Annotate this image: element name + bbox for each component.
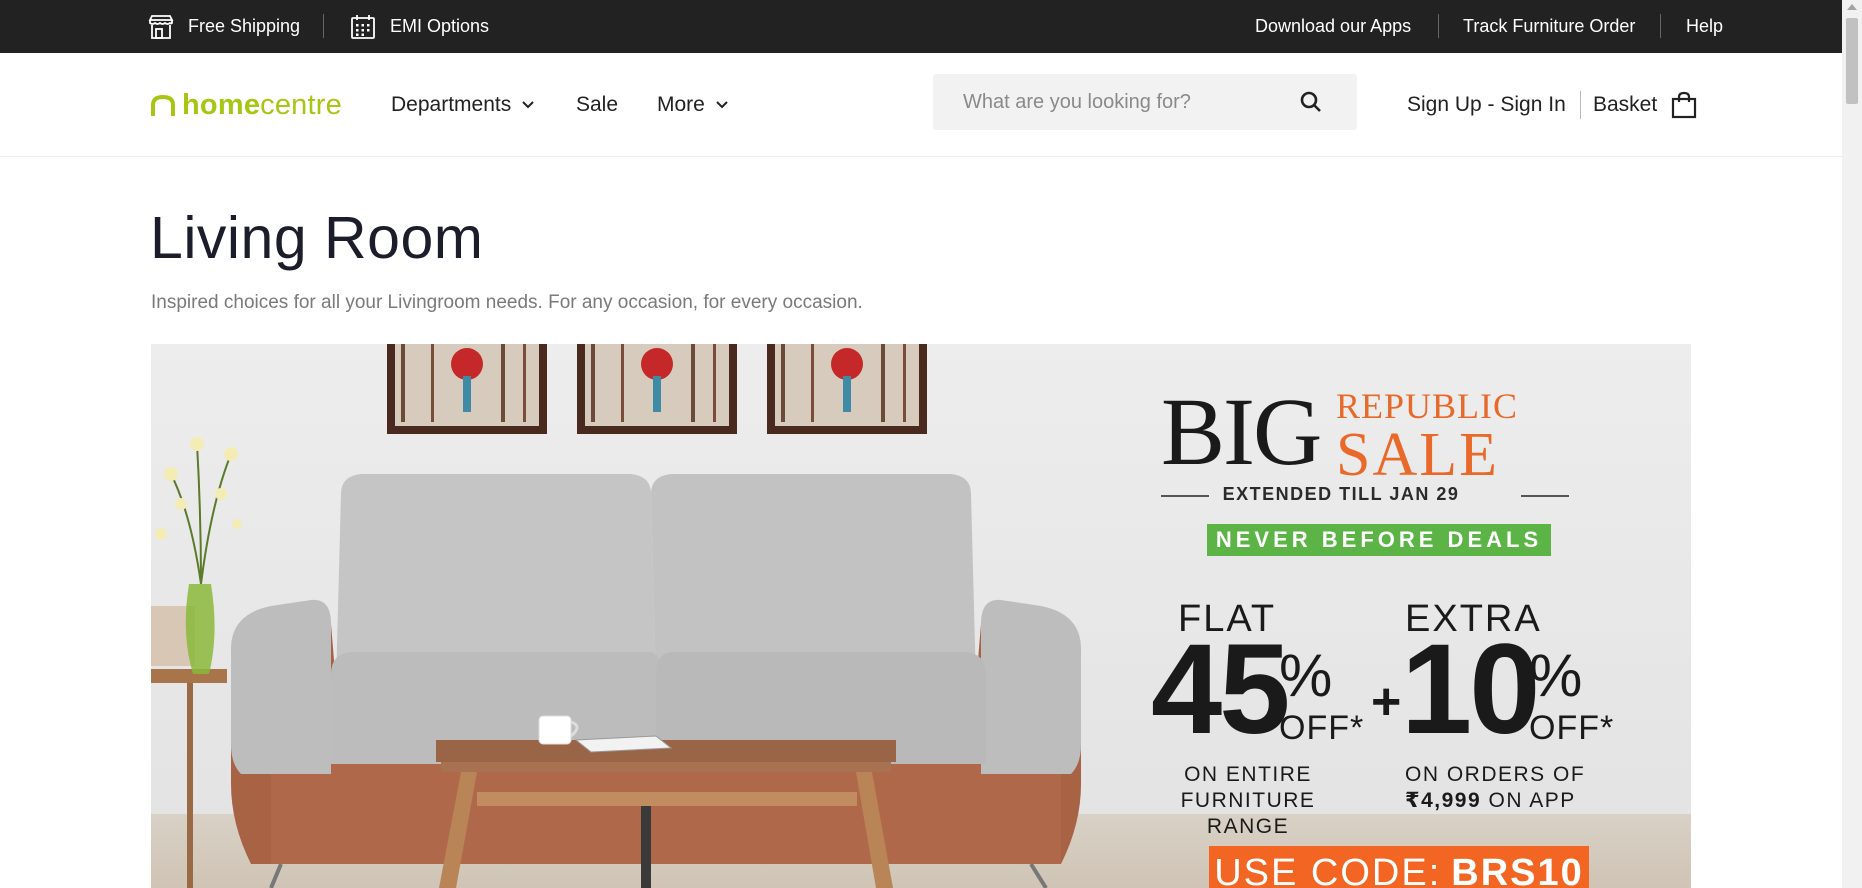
homecentre-logo[interactable]: homecentre bbox=[150, 89, 342, 121]
divider bbox=[1438, 14, 1439, 38]
nav-departments-label: Departments bbox=[391, 93, 512, 116]
download-apps-link[interactable]: Download our Apps bbox=[1255, 0, 1411, 53]
sofa bbox=[231, 474, 1081, 888]
search-input[interactable] bbox=[933, 74, 1293, 130]
basket-label: Basket bbox=[1593, 93, 1658, 116]
track-order-link[interactable]: Track Furniture Order bbox=[1463, 0, 1635, 53]
promo-percent: % bbox=[1529, 642, 1583, 709]
promo-republic: REPUBLIC bbox=[1336, 386, 1519, 426]
logo-text: homecentre bbox=[182, 88, 342, 121]
calendar-icon bbox=[348, 12, 378, 42]
promo-banner[interactable]: BIG REPUBLIC SALE EXTENDED TILL JAN 29 N… bbox=[151, 344, 1691, 888]
shopping-bag-icon bbox=[1672, 91, 1697, 119]
sign-in-label: Sign Up - Sign In bbox=[1407, 93, 1566, 116]
promo-plus: + bbox=[1371, 673, 1402, 731]
nav-departments[interactable]: Departments bbox=[391, 53, 535, 157]
main-header: homecentre Departments Sale More Sign Up… bbox=[0, 53, 1842, 157]
track-order-label: Track Furniture Order bbox=[1463, 16, 1636, 36]
nav-more[interactable]: More bbox=[657, 53, 729, 157]
divider bbox=[1660, 14, 1661, 38]
page-title: Living Room bbox=[150, 205, 484, 271]
promo-percent: % bbox=[1279, 642, 1333, 709]
promo-sale: SALE bbox=[1336, 421, 1499, 489]
nav-sale[interactable]: Sale bbox=[576, 53, 618, 157]
top-utility-bar: Free Shipping EMI Options Download our A… bbox=[0, 0, 1842, 53]
page-subtitle: Inspired choices for all your Livingroom… bbox=[151, 292, 863, 313]
emi-options-link[interactable]: EMI Options bbox=[348, 0, 489, 53]
chevron-down-icon bbox=[521, 98, 535, 112]
nav-more-label: More bbox=[657, 93, 705, 116]
divider bbox=[323, 14, 324, 38]
help-label: Help bbox=[1686, 16, 1724, 36]
promo-extra-number: 10 bbox=[1401, 618, 1540, 761]
store-icon bbox=[146, 12, 176, 42]
divider bbox=[1580, 91, 1581, 119]
promo-never-before-deals: NEVER BEFORE DEALS bbox=[1207, 524, 1551, 556]
scrollbar-thumb[interactable] bbox=[1846, 18, 1858, 104]
sign-in-link[interactable]: Sign Up - Sign In bbox=[1407, 53, 1566, 157]
promo-extended: EXTENDED TILL JAN 29 bbox=[1222, 484, 1460, 504]
search-icon[interactable] bbox=[1299, 90, 1323, 114]
free-shipping-label: Free Shipping bbox=[188, 16, 301, 36]
promo-flat-number: 45 bbox=[1151, 618, 1290, 761]
emi-options-label: EMI Options bbox=[390, 16, 490, 36]
search-bar bbox=[933, 74, 1357, 130]
scroll-up-icon[interactable] bbox=[1847, 4, 1857, 10]
promo-flat-description: ON ENTIRE FURNITURE RANGE bbox=[1180, 763, 1316, 838]
nav-sale-label: Sale bbox=[576, 93, 619, 116]
wall-art bbox=[387, 344, 927, 434]
promo-code-value: BRS10 bbox=[1451, 852, 1584, 888]
sale-promo: BIG REPUBLIC SALE EXTENDED TILL JAN 29 N… bbox=[1111, 344, 1691, 888]
chevron-down-icon bbox=[715, 98, 729, 112]
promo-code: USE CODE: BRS10 bbox=[1209, 846, 1589, 888]
page-scrollbar[interactable] bbox=[1842, 0, 1862, 888]
basket-button[interactable]: Basket bbox=[1593, 53, 1697, 157]
divider bbox=[1521, 495, 1569, 497]
promo-extra-description: ON ORDERS OF ₹4,999 ON APP bbox=[1405, 763, 1586, 812]
promo-off: OFF* bbox=[1279, 709, 1365, 747]
promo-off: OFF* bbox=[1529, 709, 1615, 747]
promo-big: BIG bbox=[1161, 378, 1322, 485]
promo-code-label: USE CODE: bbox=[1214, 852, 1442, 888]
free-shipping-link[interactable]: Free Shipping bbox=[146, 0, 300, 53]
house-arch-icon bbox=[151, 94, 175, 116]
help-link[interactable]: Help bbox=[1686, 0, 1723, 53]
download-apps-label: Download our Apps bbox=[1255, 16, 1412, 36]
